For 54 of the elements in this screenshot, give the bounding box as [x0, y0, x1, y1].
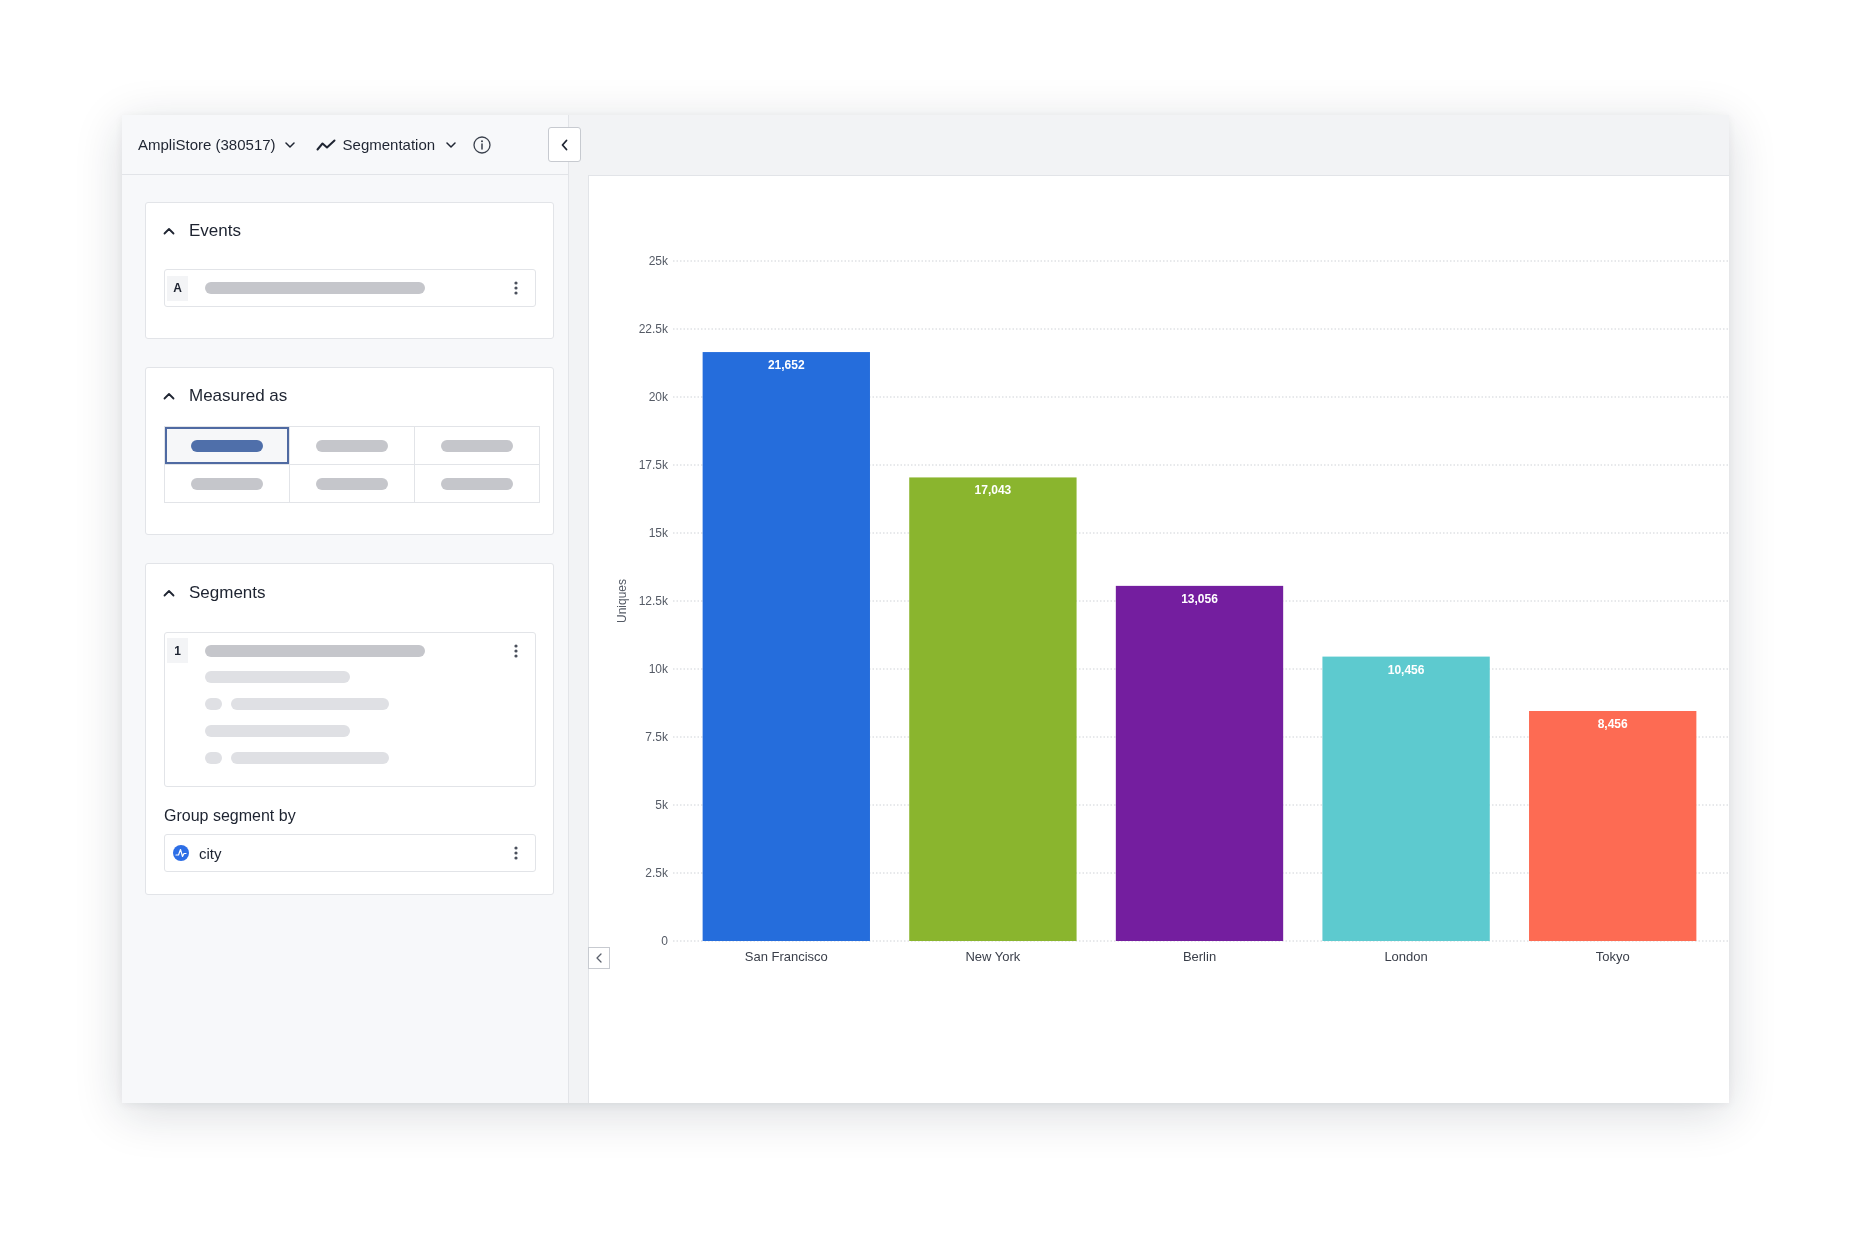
chart-type-dropdown[interactable]: Segmentation — [315, 136, 457, 153]
more-icon[interactable] — [514, 281, 518, 295]
chevron-left-icon — [596, 953, 602, 963]
field-value: city — [199, 844, 222, 862]
placeholder-bar — [441, 439, 513, 452]
axis-tick-label: 0 — [661, 934, 668, 948]
caret-down-icon — [446, 141, 457, 148]
axis-tick-label: 17.5k — [638, 458, 668, 472]
more-icon[interactable] — [514, 643, 518, 658]
caret-down-icon — [284, 141, 295, 148]
axis-label: London — [1384, 949, 1428, 964]
section-title: Segments — [189, 583, 266, 603]
placeholder-bar — [191, 439, 263, 452]
bar-value-label: 10,456 — [1387, 662, 1425, 677]
placeholder-bar — [316, 477, 388, 490]
chevron-left-icon — [561, 138, 568, 151]
chevron-up-icon[interactable] — [163, 227, 175, 235]
measure-option[interactable] — [165, 427, 290, 465]
bar-value-label: 17,043 — [974, 483, 1012, 498]
side-toggle-button[interactable] — [588, 947, 610, 969]
chevron-up-icon[interactable] — [163, 589, 175, 597]
event-letter-tag: A — [167, 275, 188, 301]
section-title: Measured as — [189, 386, 288, 406]
section-title: Events — [189, 221, 241, 241]
bar-value-label: 13,056 — [1181, 591, 1218, 606]
bar-value-label: 8,456 — [1597, 717, 1628, 731]
axis-title: Uniques — [615, 579, 629, 623]
group-by-field[interactable]: city — [164, 834, 536, 872]
waveform-icon — [173, 845, 189, 861]
axis-tick-label: 20k — [648, 390, 668, 404]
axis-label: Berlin — [1182, 949, 1217, 964]
event-row[interactable]: A — [164, 269, 536, 307]
axis-tick-label: 25k — [648, 254, 668, 268]
axis-tick-label: 22.5k — [638, 322, 668, 336]
axis-tick-label: 15k — [648, 526, 668, 540]
placeholder-bar — [316, 439, 388, 452]
axis-tick-label: 2.5k — [645, 866, 668, 880]
segment-number-tag: 1 — [167, 638, 188, 663]
bar-value-label: 21,652 — [767, 358, 805, 373]
axis-label: New York — [965, 949, 1021, 964]
group-by-label: Group segment by — [164, 807, 296, 825]
placeholder-bar — [191, 477, 263, 490]
placeholder-bar — [441, 477, 513, 490]
info-icon[interactable] — [473, 135, 492, 154]
axis-tick-label: 5k — [655, 798, 668, 812]
axis-tick-label: 12.5k — [638, 594, 668, 608]
axis-label: Tokyo — [1595, 949, 1630, 964]
line-chart-icon — [315, 138, 336, 151]
chevron-up-icon[interactable] — [163, 392, 175, 400]
axis-tick-label: 7.5k — [645, 730, 668, 744]
axis-tick-label: 10k — [648, 662, 668, 676]
axis-label: San Francisco — [744, 949, 828, 964]
more-icon[interactable] — [514, 846, 518, 860]
project-dropdown[interactable]: AmpliStore (380517) — [138, 136, 295, 153]
